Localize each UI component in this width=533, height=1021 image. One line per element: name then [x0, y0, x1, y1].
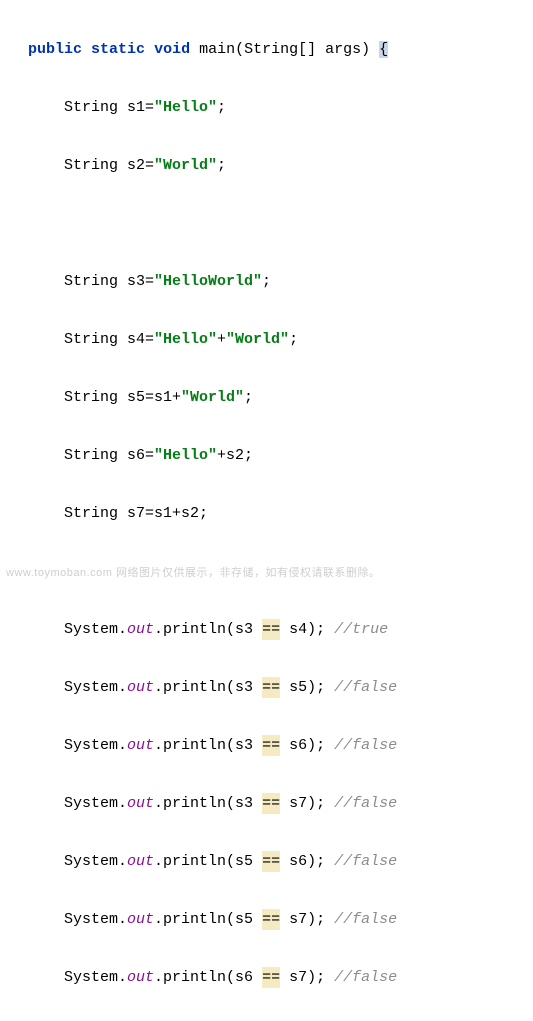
comment: //false	[334, 679, 397, 696]
decl-s2: String s2="World";	[0, 151, 533, 180]
println-6: System.out.println(s5 == s7); //false	[0, 905, 533, 934]
comment: //false	[334, 853, 397, 870]
decl-s5: String s5=s1+"World";	[0, 383, 533, 412]
println-2: System.out.println(s3 == s5); //false	[0, 673, 533, 702]
println-7: System.out.println(s6 == s7); //false	[0, 963, 533, 992]
decl-s3: String s3="HelloWorld";	[0, 267, 533, 296]
println-4: System.out.println(s3 == s7); //false	[0, 789, 533, 818]
keyword-void: void	[154, 41, 190, 58]
decl-s7: String s7=s1+s2;	[0, 499, 533, 528]
comment: //false	[334, 737, 397, 754]
comment: //false	[334, 969, 397, 986]
decl-s4: String s4="Hello"+"World";	[0, 325, 533, 354]
watermark-text: www.toymoban.com 网络图片仅供展示，非存储，如有侵权请联系删除。	[6, 564, 380, 580]
method-params: (String[] args)	[235, 41, 370, 58]
comment: //true	[334, 621, 388, 638]
println-3: System.out.println(s3 == s6); //false	[0, 731, 533, 760]
decl-s1: String s1="Hello";	[0, 93, 533, 122]
method-signature: public static void main(String[] args) {	[0, 35, 533, 64]
blank-line	[0, 209, 533, 238]
keyword-static: static	[91, 41, 145, 58]
decl-s6: String s6="Hello"+s2;	[0, 441, 533, 470]
open-brace: {	[379, 41, 388, 58]
comment: //false	[334, 795, 397, 812]
println-1: System.out.println(s3 == s4); //true	[0, 615, 533, 644]
keyword-public: public	[28, 41, 82, 58]
code-block: public static void main(String[] args) {…	[0, 6, 533, 1021]
method-name: main	[199, 41, 235, 58]
comment: //false	[334, 911, 397, 928]
println-5: System.out.println(s5 == s6); //false	[0, 847, 533, 876]
